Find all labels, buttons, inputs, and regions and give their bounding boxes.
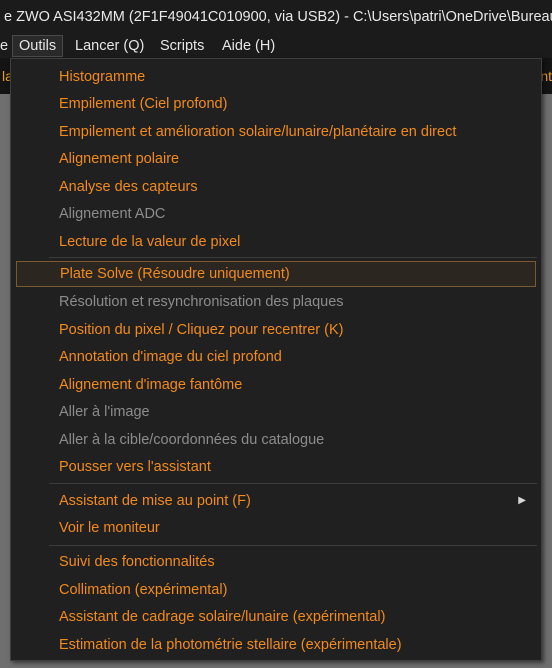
menu-separator — [49, 483, 537, 484]
menu-item-adc-alignment: Alignement ADC — [59, 206, 166, 222]
menu-item-pixel-position[interactable]: Position du pixel / Cliquez pour recentr… — [16, 317, 536, 343]
toolbar-right-fragment: nt — [540, 68, 552, 84]
menu-separator — [49, 545, 537, 546]
menu-separator — [49, 257, 537, 258]
menu-item-goto-image: Aller à l'image — [59, 404, 150, 420]
tools-dropdown-menu: Histogramme Empilement (Ciel profond) Em… — [10, 58, 542, 661]
menu-item-push-to-assistant[interactable]: Pousser vers l'assistant — [16, 454, 536, 480]
focus-assistant-label: Assistant de mise au point (F) — [59, 493, 251, 509]
menu-item-polar-alignment[interactable]: Alignement polaire — [16, 146, 536, 172]
menu-item-stellar-photometry[interactable]: Estimation de la photométrie stellaire (… — [16, 632, 536, 658]
menu-item-plate-solve[interactable]: Plate Solve (Résoudre uniquement) — [16, 261, 536, 287]
menu-item-plate-resync: Résolution et resynchronisation des plaq… — [59, 294, 344, 310]
menu-item-histogram[interactable]: Histogramme — [16, 64, 536, 90]
menu-item-feature-tracking[interactable]: Suivi des fonctionnalités — [16, 549, 536, 575]
chevron-right-icon: ▶ — [518, 495, 526, 506]
menu-aide[interactable]: Aide (H) — [216, 35, 281, 57]
menu-item-live-stacking-solar[interactable]: Empilement et amélioration solaire/lunai… — [16, 119, 536, 145]
menu-scripts[interactable]: Scripts — [154, 35, 210, 57]
menu-item-focus-assistant[interactable]: Assistant de mise au point (F) ▶ — [16, 488, 536, 514]
window-title: e ZWO ASI432MM (2F1F49041C010900, via US… — [4, 9, 552, 25]
window-titlebar: e ZWO ASI432MM (2F1F49041C010900, via US… — [0, 0, 552, 34]
menu-item-solar-framing[interactable]: Assistant de cadrage solaire/lunaire (ex… — [16, 604, 536, 630]
menu-item-monitor[interactable]: Voir le moniteur — [16, 515, 536, 541]
menu-item-sensor-analysis[interactable]: Analyse des capteurs — [16, 174, 536, 200]
menu-item-ghost-alignment[interactable]: Alignement d'image fantôme — [16, 372, 536, 398]
menu-lancer[interactable]: Lancer (Q) — [69, 35, 150, 57]
menu-item-stacking-deep-sky[interactable]: Empilement (Ciel profond) — [16, 91, 536, 117]
menu-item-goto-target: Aller à la cible/coordonnées du catalogu… — [59, 432, 325, 448]
menu-item-pixel-value[interactable]: Lecture de la valeur de pixel — [16, 229, 536, 255]
menu-item-collimation[interactable]: Collimation (expérimental) — [16, 577, 536, 603]
menu-item-deep-sky-annotation[interactable]: Annotation d'image du ciel profond — [16, 344, 536, 370]
menu-outils[interactable]: Outils — [12, 35, 64, 57]
menu-bar: e Outils Lancer (Q) Scripts Aide (H) — [0, 34, 552, 58]
